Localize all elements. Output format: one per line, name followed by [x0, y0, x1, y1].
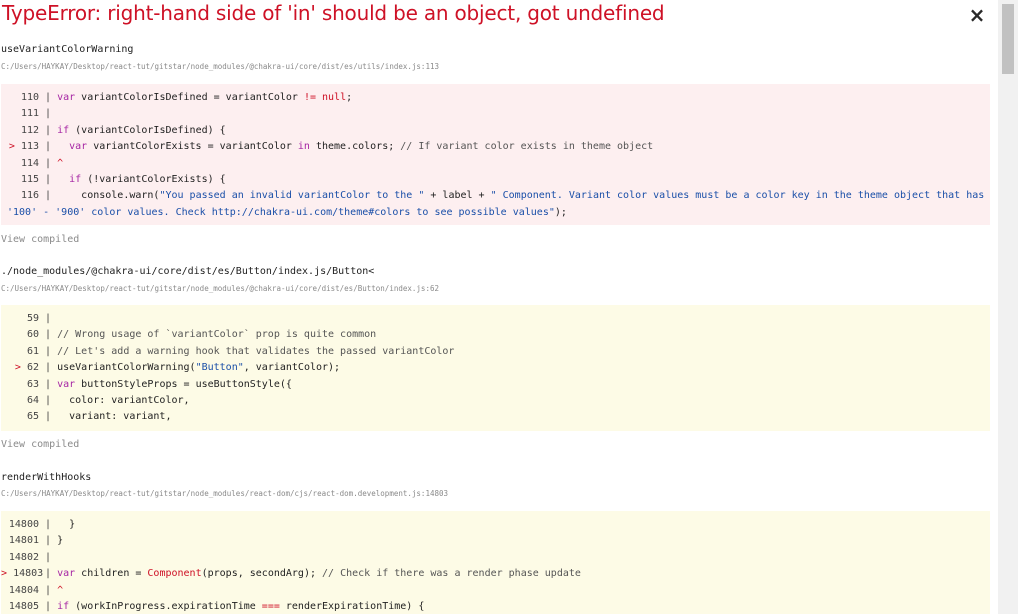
- code-line: 14800 | }: [8, 519, 76, 530]
- vertical-scrollbar[interactable]: [998, 0, 1018, 614]
- code-line-highlighted: > 62 | useVariantColorWarning("Button", …: [14, 362, 341, 374]
- code-line: 112 | if (variantColorIsDefined) {: [20, 124, 226, 136]
- code-line: 61 | // Let's add a warning hook that va…: [26, 345, 455, 357]
- stack-frame-location: C:/Users/HAYKAY/Desktop/react-tut/gitsta…: [1, 284, 439, 293]
- stack-frame-function-name: renderWithHooks: [1, 472, 92, 483]
- stack-frame-function-name: useVariantColorWarning: [1, 44, 134, 55]
- code-line: 14802 |: [8, 551, 52, 563]
- close-icon[interactable]: ×: [966, 2, 988, 28]
- code-line: 63 | var buttonStyleProps = useButtonSty…: [26, 378, 292, 390]
- code-line: 65 | variant: variant,: [26, 411, 172, 423]
- code-line: 110 | var variantColorIsDefined = varian…: [20, 92, 353, 103]
- code-line: 114 | ^: [20, 157, 64, 169]
- stack-frame-location: C:/Users/HAYKAY/Desktop/react-tut/gitsta…: [1, 62, 439, 71]
- code-line-highlighted: > 14803 | var children = Component(props…: [1, 568, 581, 580]
- code-line: 64 | color: variantColor,: [26, 394, 190, 406]
- code-line: 14801 | }: [8, 535, 64, 547]
- scrollbar-thumb[interactable]: [1002, 4, 1014, 74]
- code-line: 60 | // Wrong usage of `variantColor` pr…: [26, 329, 377, 341]
- stack-frame-location: C:/Users/HAYKAY/Desktop/react-tut/gitsta…: [1, 489, 449, 498]
- code-line: 14805 | if (workInProgress.expirationTim…: [8, 600, 425, 612]
- view-compiled-link[interactable]: View compiled: [1, 439, 79, 450]
- code-snippet: 14800 | } 14801 | } 14802 | > 14803 | va…: [1, 511, 990, 614]
- stack-frame-function-name: ./node_modules/@chakra-ui/core/dist/es/B…: [1, 266, 375, 277]
- code-snippet: 110 | var variantColorIsDefined = varian…: [1, 84, 990, 225]
- view-compiled-link[interactable]: View compiled: [1, 234, 79, 245]
- code-line: 115 | if (!variantColorExists) {: [20, 173, 226, 185]
- code-line-highlighted: > 113 | var variantColorExists = variant…: [8, 141, 654, 153]
- code-line: 59 |: [26, 313, 52, 324]
- error-overlay: TypeError: right-hand side of 'in' shoul…: [0, 0, 998, 614]
- code-line: 116 | console.warn("You passed an invali…: [7, 190, 991, 218]
- code-line: 14804 | ^: [8, 584, 64, 596]
- code-line: 111 |: [20, 108, 52, 120]
- error-title: TypeError: right-hand side of 'in' shoul…: [2, 1, 665, 25]
- code-snippet: 59 | 60 | // Wrong usage of `variantColo…: [1, 305, 990, 431]
